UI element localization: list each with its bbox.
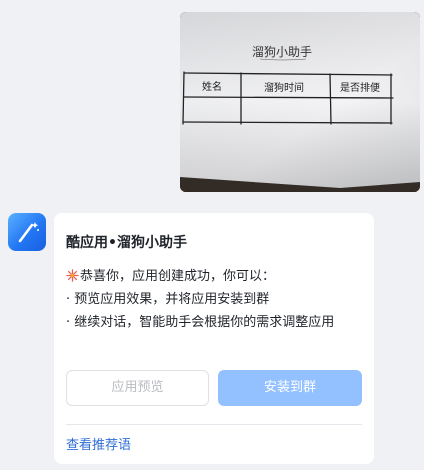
- card-divider: [66, 424, 362, 425]
- photo-message[interactable]: 溜狗小助手 姓名 溜狗时间 是否排便: [180, 12, 420, 192]
- card-title: 酷应用•溜狗小助手: [66, 235, 187, 251]
- sparkles-icon: [66, 269, 79, 282]
- message-line-1-text: 恭喜你，应用创建成功，你可以：: [80, 269, 276, 284]
- handwritten-header-time: 溜狗时间: [264, 81, 304, 94]
- handwritten-title: 溜狗小助手: [252, 44, 312, 59]
- app-preview-button[interactable]: 应用预览: [66, 370, 209, 406]
- view-recommendation-link[interactable]: 查看推荐语: [66, 434, 131, 453]
- app-created-card: 酷应用•溜狗小助手 恭喜你，应用创建成功，你可以： · 预览应用效果，并将应用安…: [54, 213, 374, 464]
- handwritten-header-poop: 是否排便: [340, 81, 380, 94]
- message-line-1: 恭喜你，应用创建成功，你可以：: [66, 265, 362, 288]
- handwritten-table-photo: 溜狗小助手 姓名 溜狗时间 是否排便: [180, 12, 420, 192]
- card-message: 恭喜你，应用创建成功，你可以： · 预览应用效果，并将应用安装到群 · 继续对话…: [66, 265, 362, 334]
- bot-avatar[interactable]: [8, 213, 46, 251]
- handwritten-header-name: 姓名: [202, 80, 222, 93]
- install-to-group-button[interactable]: 安装到群: [218, 370, 362, 406]
- message-line-2: · 预览应用效果，并将应用安装到群: [66, 292, 270, 307]
- magic-wand-icon: [18, 222, 39, 243]
- message-line-3: · 继续对话，智能助手会根据你的需求调整应用: [66, 315, 335, 330]
